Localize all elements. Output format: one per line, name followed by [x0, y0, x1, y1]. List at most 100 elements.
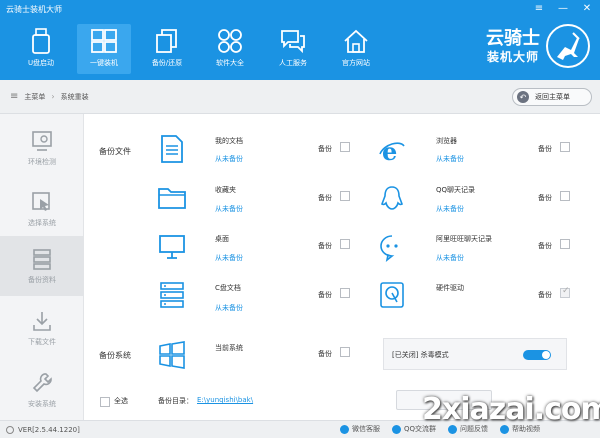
chat-icon	[281, 30, 305, 54]
nav-software[interactable]: 软件大全	[203, 24, 257, 74]
aliwangwang-icon	[380, 235, 398, 262]
server-stack-icon	[160, 282, 184, 308]
breadcrumb-current: 系统重装	[60, 92, 89, 101]
breadcrumb: ≡ 主菜单 › 系统重装 ↶ 返回主菜单	[0, 80, 600, 114]
back-to-main-button[interactable]: ↶ 返回主菜单	[512, 88, 592, 106]
backup-label: 备份	[538, 242, 552, 250]
sidebar-item-download-files[interactable]: 下载文件	[0, 298, 84, 358]
sidebar-item-backup-data[interactable]: 备份资料	[0, 236, 84, 296]
item-title: 当前系统	[215, 344, 243, 352]
wechat-support-link[interactable]: 微信客服	[340, 424, 380, 434]
sidebar-item-env-check[interactable]: 环境检测	[0, 118, 84, 178]
backup-checkbox-qq[interactable]	[560, 191, 570, 201]
svg-text:e: e	[382, 137, 397, 166]
back-button-label: 返回主菜单	[535, 93, 570, 101]
item-status: 从未备份	[436, 205, 464, 213]
antivirus-mode-panel: [已关闭] 杀毒模式	[383, 338, 567, 370]
folder-icon	[158, 188, 186, 209]
item-title: 阿里旺旺聊天记录	[436, 235, 492, 243]
cursor-icon	[32, 191, 50, 211]
usb-drive-icon	[32, 28, 50, 54]
antivirus-mode-label: [已关闭] 杀毒模式	[392, 351, 449, 359]
item-title: 我的文档	[215, 137, 243, 145]
backup-checkbox-current-system[interactable]	[340, 347, 350, 357]
backup-label: 备份	[318, 145, 332, 153]
nav-official-site[interactable]: 官方网站	[329, 24, 383, 74]
backup-content-panel: 备份文件 备份系统 我的文档 从未备份 备份 收藏夹 从未备份 备份 桌面 从未…	[84, 114, 600, 420]
info-icon	[6, 425, 14, 434]
top-navigation: U盘启动 一键装机 备份/还原 软件大全 人工服务 官方网站	[14, 24, 383, 74]
hard-drive-icon	[380, 282, 404, 308]
section-label-backup-system: 备份系统	[99, 351, 131, 360]
nav-manual-service[interactable]: 人工服务	[266, 24, 320, 74]
sidebar-item-install-system[interactable]: 安装系统	[0, 360, 84, 420]
backup-label: 备份	[318, 350, 332, 358]
nav-label: 备份/还原	[151, 59, 183, 67]
nav-backup-restore[interactable]: 备份/还原	[140, 24, 194, 74]
sidebar-label: 下载文件	[28, 337, 56, 346]
close-button[interactable]: ✕	[580, 3, 594, 14]
backup-label: 备份	[538, 145, 552, 153]
document-icon	[161, 135, 183, 163]
item-title: C盘文档	[215, 284, 241, 292]
sidebar-label: 选择系统	[28, 218, 56, 227]
database-icon	[33, 248, 51, 270]
select-all-checkbox[interactable]	[100, 397, 110, 407]
menu-button[interactable]: ≡	[532, 3, 546, 14]
breadcrumb-main-menu[interactable]: 主菜单	[24, 92, 45, 102]
backup-label: 备份	[318, 194, 332, 202]
breadcrumb-separator-icon: ›	[51, 92, 55, 101]
qq-penguin-icon	[380, 186, 404, 210]
item-title: 桌面	[215, 235, 229, 243]
backup-dir-label: 备份目录：	[158, 397, 193, 405]
qq-icon	[392, 424, 401, 434]
windows-logo-icon	[159, 341, 185, 369]
nav-label: 官方网站	[342, 59, 370, 67]
nav-label: 一键装机	[90, 59, 118, 67]
monitor-check-icon	[32, 130, 52, 151]
desktop-monitor-icon	[159, 235, 185, 259]
item-status: 从未备份	[215, 205, 243, 213]
item-title: 硬件驱动	[436, 284, 464, 292]
backup-checkbox-desktop[interactable]	[340, 239, 350, 249]
backup-checkbox-my-documents[interactable]	[340, 142, 350, 152]
version-text: VER[2.5.44.1220]	[18, 425, 80, 434]
backup-checkbox-aliwangwang[interactable]	[560, 239, 570, 249]
antivirus-mode-toggle[interactable]	[523, 350, 551, 360]
backup-checkbox-hardware-drivers[interactable]	[560, 286, 570, 298]
watermark: 2xiazai.com	[422, 392, 600, 427]
nav-one-click-install[interactable]: 一键装机	[77, 24, 131, 74]
logo-line2: 装机大师	[486, 49, 539, 64]
logo-line1: 云骑士	[486, 28, 540, 49]
backup-label: 备份	[538, 291, 552, 299]
knight-logo-icon	[546, 24, 590, 68]
nav-usb-boot[interactable]: U盘启动	[14, 24, 68, 74]
item-status: 从未备份	[215, 304, 243, 312]
item-status: 从未备份	[436, 155, 464, 163]
wrench-icon	[32, 372, 52, 392]
app-title: 云骑士装机大师	[6, 5, 62, 14]
backup-checkbox-browser[interactable]	[560, 142, 570, 152]
item-title: 浏览器	[436, 137, 457, 145]
step-sidebar: 环境检测 选择系统 备份资料 下载文件 安装系统	[0, 114, 84, 420]
sidebar-item-select-system[interactable]: 选择系统	[0, 179, 84, 239]
sidebar-label: 环境检测	[28, 157, 56, 166]
breadcrumb-menu-icon: ≡	[10, 91, 19, 102]
home-icon	[344, 29, 368, 53]
backup-checkbox-c-drive-documents[interactable]	[340, 288, 350, 298]
backup-label: 备份	[318, 291, 332, 299]
backup-dir-path-link[interactable]: E:\yunqishi\bak\	[197, 396, 253, 404]
copy-icon	[156, 29, 177, 53]
backup-checkbox-favorites[interactable]	[340, 191, 350, 201]
brand-logo: 云骑士 装机大师	[486, 24, 590, 68]
item-title: 收藏夹	[215, 186, 236, 194]
wechat-icon	[340, 424, 349, 434]
item-title: QQ聊天记录	[436, 186, 476, 194]
backup-label: 备份	[538, 194, 552, 202]
window-controls: ≡ — ✕	[532, 3, 594, 14]
minimize-button[interactable]: —	[556, 3, 570, 14]
sidebar-label: 备份资料	[28, 275, 56, 284]
nav-label: 人工服务	[279, 59, 307, 67]
ie-browser-icon: e	[379, 137, 405, 166]
select-all-label: 全选	[114, 397, 128, 405]
